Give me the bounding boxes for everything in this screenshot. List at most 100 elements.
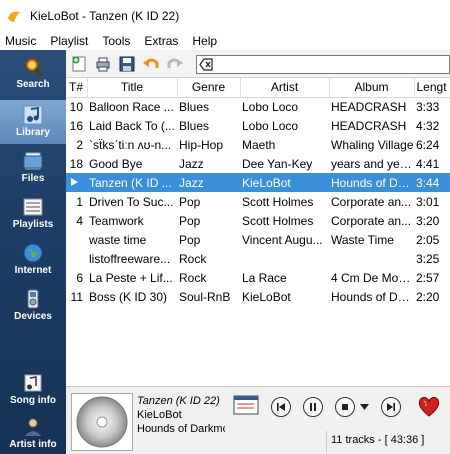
cell-title: Driven To Suc... bbox=[89, 194, 174, 209]
table-row[interactable]: 10 Balloon Race ... Blues Lobo Loco HEADCRAS… bbox=[66, 97, 450, 116]
table-row[interactable]: Tanzen (K ID ... Jazz KieLoBot Hounds of Da… bbox=[66, 173, 450, 192]
stop-icon bbox=[342, 404, 348, 410]
cell-track-number: 4 bbox=[76, 213, 83, 228]
pause-icon bbox=[310, 403, 316, 411]
cell-title: Laid Back To (... bbox=[89, 118, 175, 133]
sidebar-item-devices[interactable]: Devices bbox=[0, 288, 66, 328]
save-icon bbox=[119, 56, 135, 71]
cell-title: listoffreeware... bbox=[89, 251, 171, 266]
cell-artist bbox=[240, 249, 329, 268]
now-playing-artist: KieLoBot bbox=[137, 409, 182, 421]
menu-extras[interactable]: Extras bbox=[138, 34, 186, 48]
col-header-artist[interactable]: Artist bbox=[240, 78, 330, 98]
cell-artist: Vincent Augu... bbox=[242, 232, 323, 247]
cell-length: 4:41 bbox=[416, 156, 440, 171]
new-playlist-button[interactable] bbox=[68, 53, 90, 75]
cell-album: 4 Cm De Mon... bbox=[331, 270, 414, 285]
sidebar-item-playlists[interactable]: Playlists bbox=[0, 196, 66, 236]
table-row[interactable]: 1 Driven To Suc... Pop Scott Holmes Corporat… bbox=[66, 192, 450, 211]
search-icon bbox=[25, 58, 44, 77]
song-info-icon bbox=[24, 374, 42, 392]
cell-track-number bbox=[66, 173, 87, 192]
next-button[interactable] bbox=[381, 397, 401, 417]
table-row[interactable]: 16 Laid Back To (... Blues Lobo Loco HEADCRA… bbox=[66, 116, 450, 135]
cell-title: La Peste + Lif... bbox=[89, 270, 173, 285]
heart-icon[interactable] bbox=[416, 393, 442, 419]
cell-artist: La Race bbox=[242, 270, 287, 285]
cell-title: Boss (K ID 30) bbox=[89, 289, 168, 304]
cell-genre: Pop bbox=[179, 213, 201, 228]
cell-track-number bbox=[66, 230, 87, 249]
redo-button[interactable] bbox=[164, 53, 186, 75]
table-row[interactable]: 18 Good Bye Jazz Dee Yan-Key years and yea..… bbox=[66, 154, 450, 173]
previous-button[interactable] bbox=[271, 397, 291, 417]
visualizer-button[interactable] bbox=[233, 395, 259, 417]
cell-title: Good Bye bbox=[89, 156, 143, 171]
playlist-icon bbox=[23, 198, 43, 216]
cell-artist: KieLoBot bbox=[240, 173, 329, 192]
table-row[interactable]: 4 Teamwork Pop Scott Holmes Corporate an... 3… bbox=[66, 211, 450, 230]
undo-button[interactable] bbox=[140, 53, 162, 75]
sidebar-item-files[interactable]: Files bbox=[0, 150, 66, 190]
save-button[interactable] bbox=[116, 53, 138, 75]
cell-genre: Jazz bbox=[179, 156, 204, 171]
cell-artist: Scott Holmes bbox=[242, 194, 314, 209]
print-button[interactable] bbox=[92, 53, 114, 75]
pause-button[interactable] bbox=[303, 397, 323, 417]
menu-tools[interactable]: Tools bbox=[96, 34, 138, 48]
sidebar-item-library[interactable]: Library bbox=[0, 100, 66, 144]
next-icon bbox=[387, 403, 395, 411]
clear-icon[interactable] bbox=[199, 58, 213, 71]
col-header-album[interactable]: Album bbox=[329, 78, 415, 98]
sidebar-label-devices: Devices bbox=[14, 311, 52, 322]
cell-album: Corporate an... bbox=[331, 194, 412, 209]
sidebar-label-files: Files bbox=[21, 173, 45, 184]
sidebar-label-playlists: Playlists bbox=[12, 219, 54, 230]
cell-genre: Blues bbox=[179, 118, 210, 133]
files-icon bbox=[23, 152, 43, 170]
table-row[interactable]: 2 `sẗksˊtiːn ʌʊ-n... Hip-Hop Maeth Whaling V… bbox=[66, 135, 450, 154]
sidebar-item-song-info[interactable]: Song info bbox=[0, 372, 66, 412]
status-separator bbox=[326, 431, 327, 453]
cell-album: Corporate an... bbox=[331, 213, 412, 228]
cell-title: Teamwork bbox=[89, 213, 144, 228]
now-playing-panel: Tanzen (K ID 22) KieLoBot Hounds of Dark… bbox=[66, 386, 450, 454]
menu-help[interactable]: Help bbox=[186, 34, 225, 48]
now-playing-album: Hounds of Darkmc bbox=[137, 423, 225, 435]
table-row[interactable]: 6 La Peste + Lif... Rock La Race 4 Cm De Mon… bbox=[66, 268, 450, 287]
album-cover[interactable] bbox=[71, 393, 133, 451]
sidebar-item-search[interactable]: Search bbox=[0, 56, 66, 98]
col-header-length[interactable]: Lengt bbox=[414, 78, 450, 98]
sidebar-label-artist-info: Artist info bbox=[9, 439, 57, 450]
menu-music[interactable]: Music bbox=[0, 34, 44, 48]
col-header-track-number[interactable]: T# bbox=[66, 78, 88, 98]
sidebar-item-artist-info[interactable]: Artist info bbox=[0, 416, 66, 454]
music-note-icon bbox=[23, 105, 43, 125]
track-list: T# Title Genre Artist Album Lengt 10 Ball… bbox=[66, 78, 450, 386]
cell-genre: Rock bbox=[179, 251, 207, 266]
cell-album: years and yea... bbox=[331, 156, 414, 171]
app-icon bbox=[8, 11, 20, 22]
stop-button[interactable] bbox=[335, 397, 355, 417]
device-icon bbox=[27, 289, 39, 309]
cell-genre: Rock bbox=[179, 270, 207, 285]
search-input[interactable] bbox=[196, 55, 450, 74]
cell-track-number: 6 bbox=[76, 270, 83, 285]
cell-track-number: 16 bbox=[69, 118, 83, 133]
col-header-genre[interactable]: Genre bbox=[177, 78, 241, 98]
cell-album: Hounds of Da... bbox=[331, 289, 414, 304]
cell-length: 2:57 bbox=[416, 270, 440, 285]
cell-album: Hounds of Da... bbox=[329, 173, 414, 192]
menu-playlist[interactable]: Playlist bbox=[44, 34, 96, 48]
globe-icon bbox=[23, 243, 43, 263]
stop-options-dropdown[interactable] bbox=[360, 403, 369, 411]
cell-title: Balloon Race ... bbox=[89, 99, 174, 114]
table-row[interactable]: listoffreeware... Rock 3:25 bbox=[66, 249, 450, 268]
cell-album bbox=[329, 249, 414, 268]
sidebar-item-internet[interactable]: Internet bbox=[0, 242, 66, 282]
table-row[interactable]: 11 Boss (K ID 30) Soul-RnB KieLoBot Hounds o… bbox=[66, 287, 450, 306]
cell-album: HEADCRASH bbox=[331, 99, 407, 114]
table-row[interactable]: waste time Pop Vincent Augu... Waste Time 2:… bbox=[66, 230, 450, 249]
sidebar: Search Library Files Playlists Internet … bbox=[0, 50, 66, 454]
col-header-title[interactable]: Title bbox=[87, 78, 178, 98]
